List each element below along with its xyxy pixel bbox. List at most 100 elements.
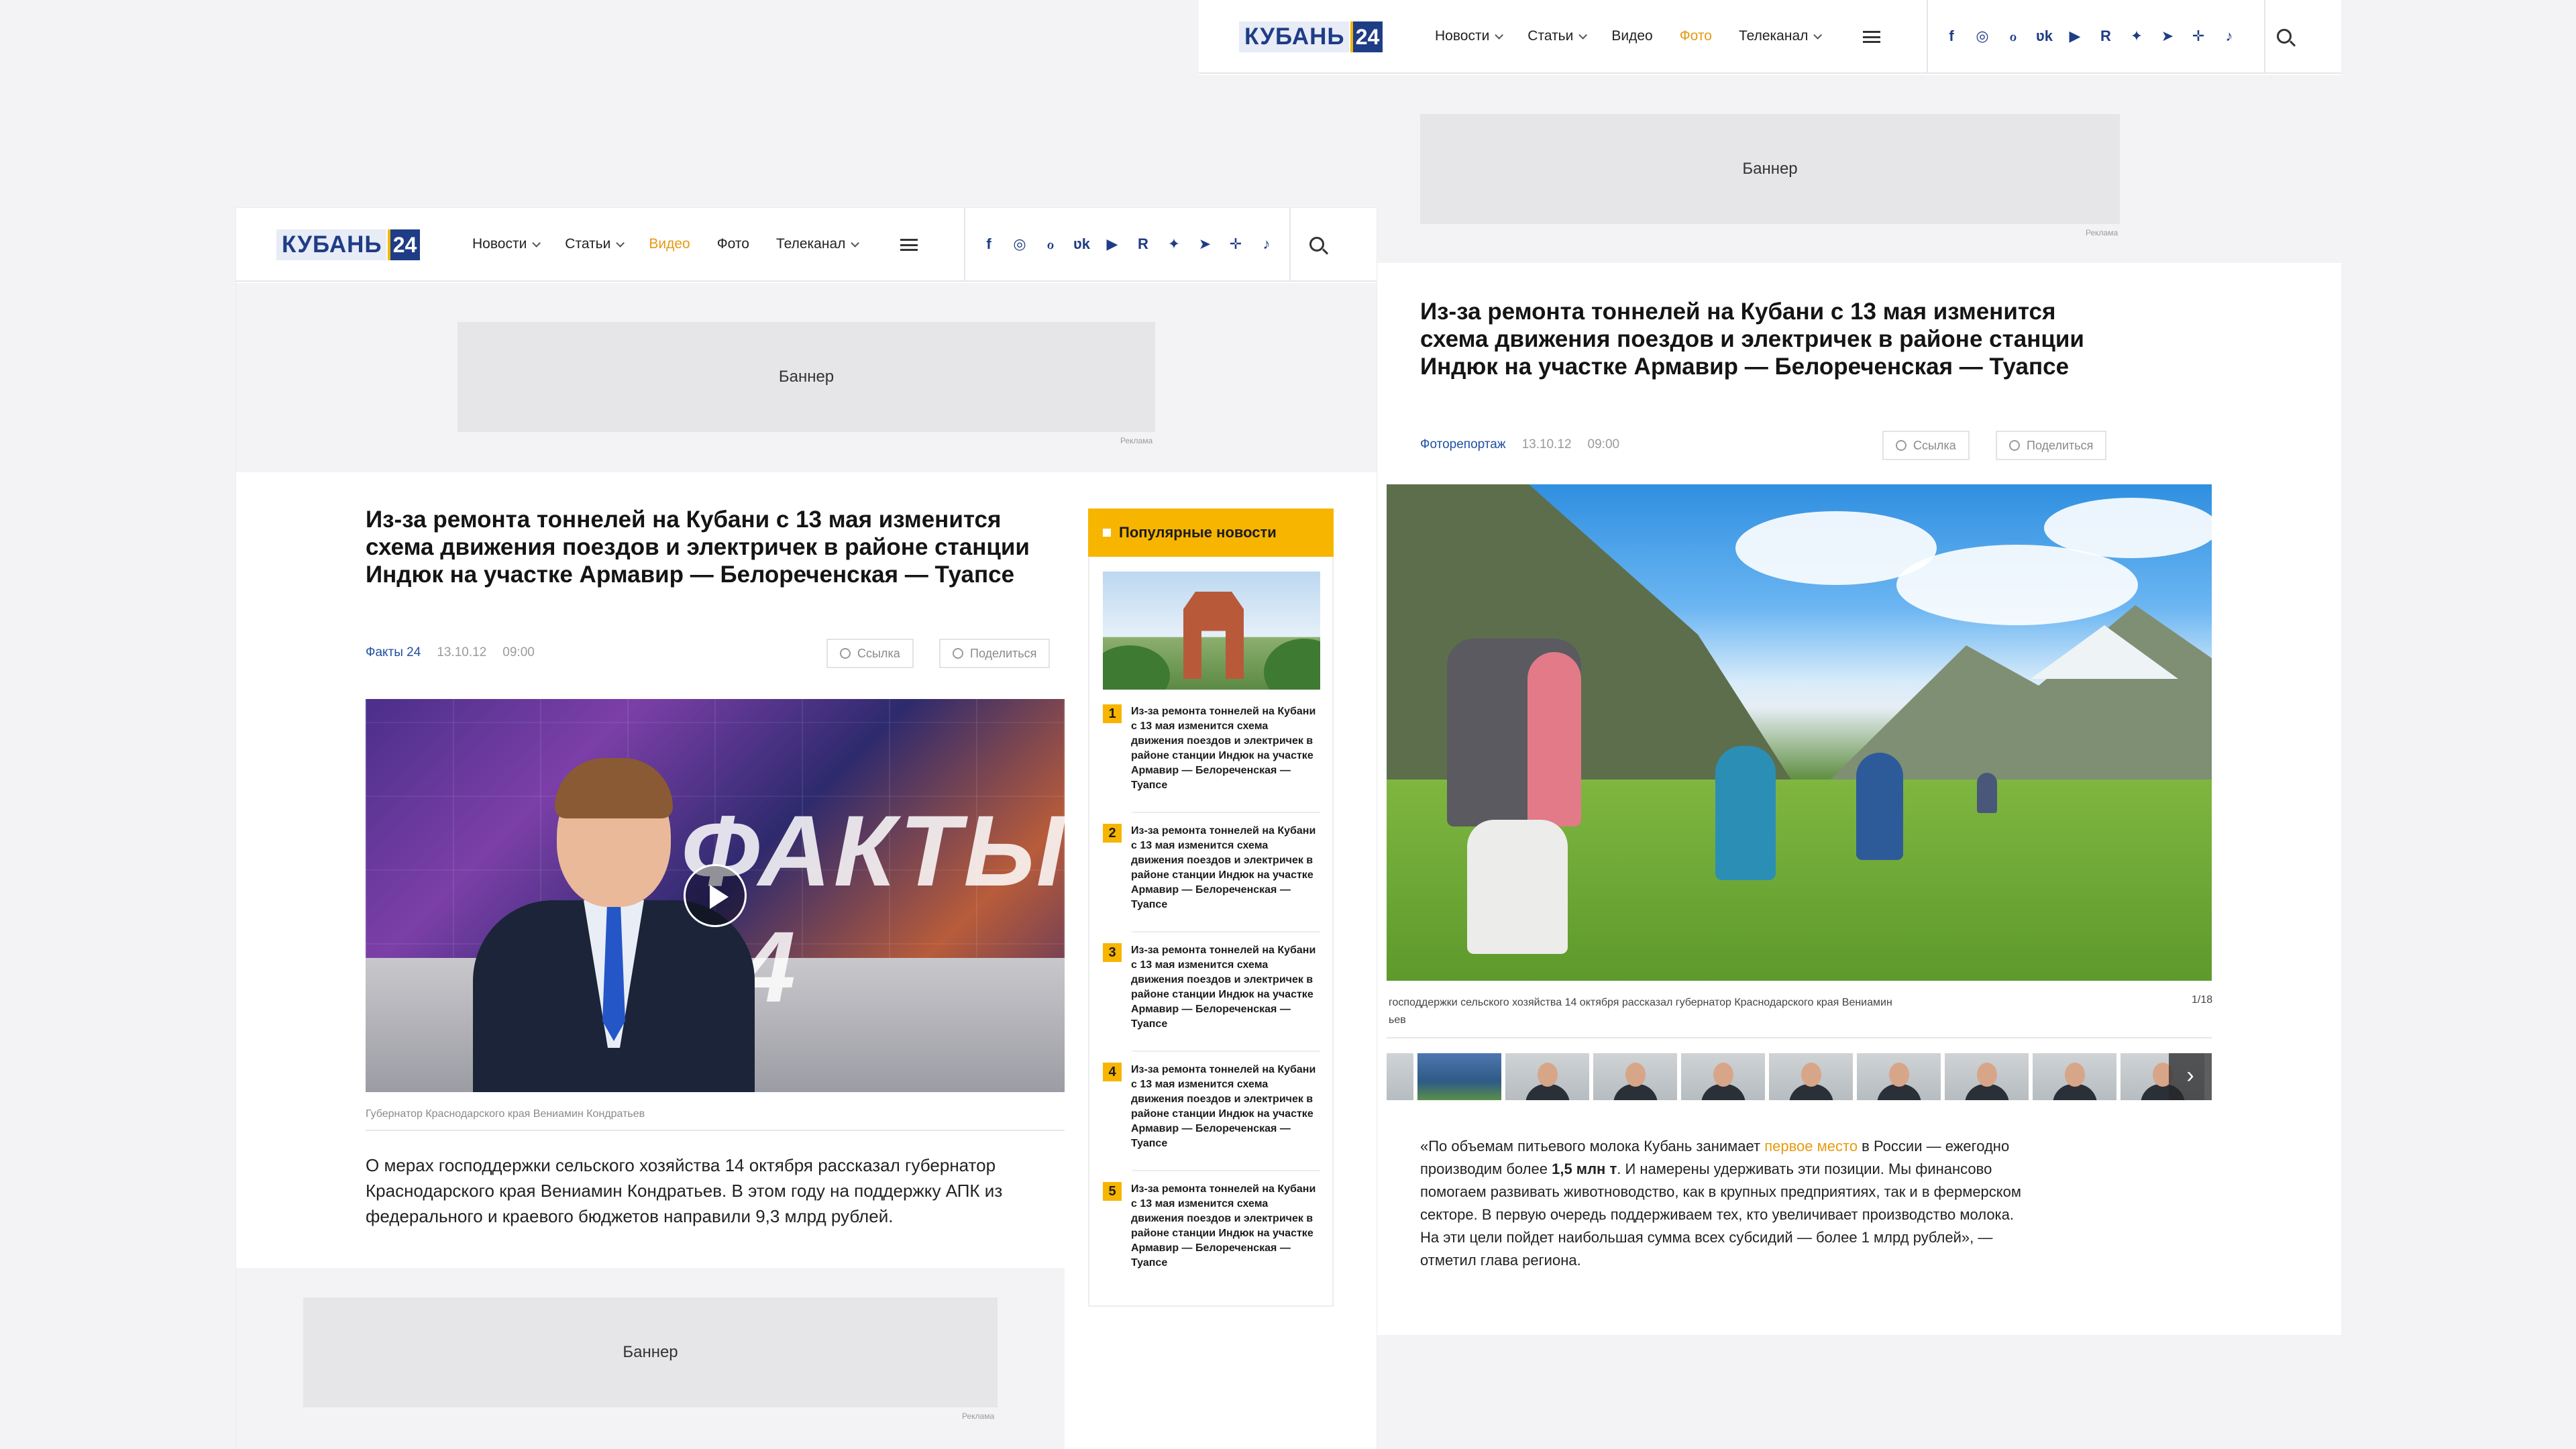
rutube-icon[interactable]: R	[1135, 236, 1151, 252]
popular-news-rank: 1	[1103, 704, 1122, 723]
vk-icon[interactable]: ʋk	[2036, 28, 2053, 44]
hiker	[1977, 773, 1997, 813]
left-header: КУБАНЬ 24 Новости Статьи Видео Фото Телекана…	[236, 208, 1377, 282]
ad-label: Реклама	[1120, 436, 1153, 445]
youtube-icon[interactable]: ▶	[1104, 236, 1120, 252]
gallery-thumbnail[interactable]	[1681, 1053, 1765, 1100]
hiker-backpack	[1527, 652, 1581, 826]
nav-item-3[interactable]: Фото	[1680, 28, 1712, 44]
play-icon[interactable]	[684, 864, 747, 927]
ad-label: Реклама	[2086, 228, 2118, 237]
tiktok-icon[interactable]: ♪	[2221, 28, 2237, 44]
article-time: 09:00	[502, 645, 535, 659]
logo-wordmark: КУБАНЬ	[276, 229, 386, 260]
gallery-caption: господдержки сельского хозяйства 14 октя…	[1389, 997, 1892, 1026]
copy-link-label: Ссылка	[857, 646, 900, 660]
video-caption: Губернатор Краснодарского края Вениамин …	[366, 1108, 645, 1120]
odnoklassniki-icon[interactable]: ℴ	[1042, 236, 1059, 252]
top-banner[interactable]: Баннер	[458, 322, 1155, 432]
nav-item-2[interactable]: Видео	[1611, 28, 1652, 44]
nav-item-label: Статьи	[1527, 28, 1574, 44]
gallery-next-button[interactable]: ›	[2169, 1053, 2212, 1100]
nav-item-0[interactable]: Новости	[1435, 28, 1504, 44]
right-logo[interactable]: КУБАНЬ 24	[1239, 21, 1383, 52]
gallery-thumbnail[interactable]	[1857, 1053, 1941, 1100]
rubric-link[interactable]: Фоторепортаж	[1420, 437, 1506, 452]
share-button[interactable]: Поделиться	[939, 639, 1051, 668]
nav-item-4[interactable]: Телеканал	[775, 236, 860, 252]
nav-item-3[interactable]: Фото	[717, 236, 749, 252]
search-icon[interactable]	[1309, 237, 1324, 252]
gallery-thumbnail[interactable]	[1593, 1053, 1677, 1100]
nav-item-label: Телеканал	[775, 236, 846, 252]
popular-news-headline[interactable]: Из-за ремонта тоннелей на Кубани с 13 ма…	[1131, 704, 1320, 793]
telegram-icon[interactable]: ➤	[1197, 236, 1213, 252]
article-date: 13.10.12	[1521, 437, 1572, 451]
popular-news-headline[interactable]: Из-за ремонта тоннелей на Кубани с 13 ма…	[1131, 943, 1320, 1032]
left-logo[interactable]: КУБАНЬ 24	[276, 229, 420, 260]
search-icon[interactable]	[2277, 29, 2292, 44]
bottom-banner[interactable]: Баннер	[303, 1297, 998, 1407]
gallery-thumbnail[interactable]	[1387, 1053, 1413, 1100]
nav-item-label: Новости	[472, 236, 527, 252]
tiktok-icon[interactable]: ♪	[1258, 236, 1275, 252]
nav-item-label: Фото	[716, 236, 749, 252]
zen-icon[interactable]: ✛	[2190, 28, 2206, 44]
gallery-thumbnail[interactable]	[1945, 1053, 2029, 1100]
rutube-icon[interactable]: R	[2098, 28, 2114, 44]
gallery-thumbnail[interactable]	[1769, 1053, 1853, 1100]
share-button[interactable]: Поделиться	[1996, 431, 2107, 460]
vk-icon[interactable]: ʋk	[1073, 236, 1090, 252]
popular-news-item[interactable]: 5 Из-за ремонта тоннелей на Кубани с 13 м…	[1103, 1182, 1320, 1271]
article-quote: «По объемам питьевого молока Кубань зани…	[1420, 1135, 2024, 1272]
caption-divider	[1387, 1037, 2212, 1038]
facebook-icon[interactable]: f	[1943, 28, 1960, 44]
hiker	[1715, 746, 1776, 880]
facebook-icon[interactable]: f	[981, 236, 997, 252]
nav-item-1[interactable]: Статьи	[565, 236, 625, 252]
youtube-icon[interactable]: ▶	[2067, 28, 2083, 44]
share-icon	[953, 648, 963, 659]
triumphal-arch	[1183, 592, 1244, 679]
article-meta: Факты 24 13.10.12 09:00	[366, 645, 535, 660]
menu-icon[interactable]	[900, 239, 918, 251]
nav-item-label: Телеканал	[1738, 28, 1809, 44]
link-icon	[1896, 440, 1907, 451]
gallery-main-photo[interactable]	[1387, 484, 2212, 981]
menu-icon[interactable]	[1863, 31, 1880, 43]
popular-news-rank: 4	[1103, 1063, 1122, 1081]
twitter-icon[interactable]: ✦	[1166, 236, 1182, 252]
nav-item-1[interactable]: Статьи	[1527, 28, 1588, 44]
rubric-link[interactable]: Факты 24	[366, 645, 421, 660]
logo-wordmark: КУБАНЬ	[1239, 21, 1349, 52]
copy-link-button[interactable]: Ссылка	[1882, 431, 1970, 460]
copy-link-button[interactable]: Ссылка	[826, 639, 914, 668]
popular-news-headline[interactable]: Из-за ремонта тоннелей на Кубани с 13 ма…	[1131, 1063, 1320, 1151]
odnoklassniki-icon[interactable]: ℴ	[2005, 28, 2021, 44]
top-banner[interactable]: Баннер	[1420, 114, 2120, 224]
nav-item-0[interactable]: Новости	[472, 236, 541, 252]
quote-part: «По объемам питьевого молока Кубань зани…	[1420, 1138, 1765, 1155]
nav-item-4[interactable]: Телеканал	[1738, 28, 1823, 44]
hiker-legs	[1467, 820, 1568, 954]
header-divider	[1927, 0, 1928, 74]
instagram-icon[interactable]: ◎	[1012, 236, 1028, 252]
instagram-icon[interactable]: ◎	[1974, 28, 1990, 44]
gallery-thumbnail[interactable]	[1505, 1053, 1589, 1100]
telegram-icon[interactable]: ➤	[2159, 28, 2176, 44]
popular-news-item[interactable]: 4 Из-за ремонта тоннелей на Кубани с 13 м…	[1103, 1063, 1320, 1151]
popular-news-item[interactable]: 2 Из-за ремонта тоннелей на Кубани с 13 м…	[1103, 824, 1320, 912]
gallery-thumbnail[interactable]	[2033, 1053, 2116, 1100]
popular-news-item[interactable]: 3 Из-за ремонта тоннелей на Кубани с 13 м…	[1103, 943, 1320, 1032]
nav-item-2[interactable]: Видео	[649, 236, 690, 252]
popular-news-image[interactable]	[1103, 572, 1320, 690]
gallery-thumbnail[interactable]	[1417, 1053, 1501, 1100]
popular-news-headline[interactable]: Из-за ремонта тоннелей на Кубани с 13 ма…	[1131, 824, 1320, 912]
quote-link[interactable]: первое место	[1764, 1138, 1858, 1155]
video-player[interactable]: ФАКТЫ 24	[366, 699, 1065, 1092]
zen-icon[interactable]: ✛	[1228, 236, 1244, 252]
popular-news-headline[interactable]: Из-за ремонта тоннелей на Кубани с 13 ма…	[1131, 1182, 1320, 1271]
header-divider	[2264, 0, 2265, 74]
popular-news-item[interactable]: 1 Из-за ремонта тоннелей на Кубани с 13 м…	[1103, 704, 1320, 793]
twitter-icon[interactable]: ✦	[2129, 28, 2145, 44]
